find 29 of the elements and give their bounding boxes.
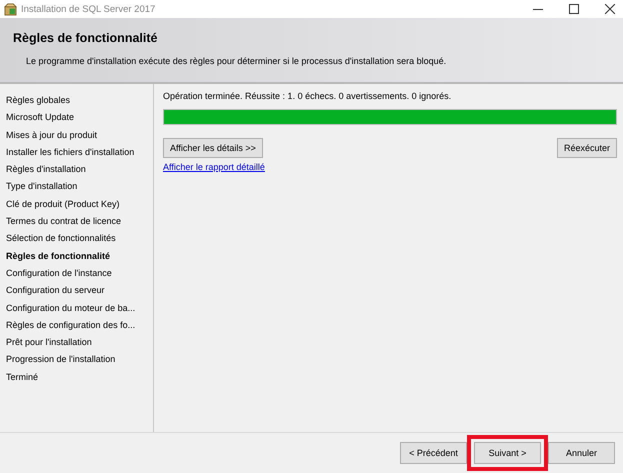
sidebar-item[interactable]: Sélection de fonctionnalités <box>6 230 153 248</box>
status-text: Opération terminée. Réussite : 1. 0 échecs. 0 avertissements. 0 ignorés. <box>163 91 452 103</box>
close-icon[interactable] <box>605 4 615 14</box>
sidebar-item[interactable]: Type d'installation <box>6 178 153 196</box>
sidebar-item[interactable]: Prêt pour l'installation <box>6 334 153 352</box>
sidebar-item[interactable]: Règles de fonctionnalité <box>6 248 153 265</box>
sidebar-item[interactable]: Clé de produit (Product Key) <box>6 196 153 214</box>
sidebar-item[interactable]: Terminé <box>6 368 153 386</box>
sidebar-item[interactable]: Configuration du serveur <box>6 282 153 300</box>
window-title: Installation de SQL Server 2017 <box>21 4 156 14</box>
sidebar-item[interactable]: Règles de configuration des fo... <box>6 316 153 334</box>
box-icon <box>4 2 17 16</box>
sidebar-item[interactable]: Configuration de l'instance <box>6 264 153 282</box>
sidebar-item[interactable]: Progression de l'installation <box>6 351 153 369</box>
sidebar-item[interactable]: Termes du contrat de licence <box>6 213 153 230</box>
rerun-button[interactable]: Réexécuter <box>556 138 617 158</box>
sidebar-item[interactable]: Configuration du moteur de ba... <box>6 300 153 317</box>
details-button[interactable]: Afficher les détails >> <box>163 138 263 158</box>
maximize-icon[interactable] <box>569 4 579 14</box>
sidebar-item[interactable]: Règles d'installation <box>6 161 153 178</box>
report-link[interactable]: Afficher le rapport détaillé <box>163 162 265 172</box>
sidebar-item[interactable]: Microsoft Update <box>6 109 153 127</box>
footer-button[interactable]: Annuler <box>548 442 615 464</box>
page-title: Règles de fonctionnalité <box>13 31 158 45</box>
sidebar-item[interactable]: Installer les fichiers d'installation <box>6 144 153 162</box>
sidebar-item[interactable]: Règles globales <box>6 92 153 110</box>
sidebar-item[interactable]: Mises à jour du produit <box>6 126 153 144</box>
footer-button[interactable]: < Précédent <box>400 442 467 464</box>
page-description: Le programme d'installation exécute des règles pour déterminer si le processus d'installation sera bloqué. <box>25 56 448 66</box>
